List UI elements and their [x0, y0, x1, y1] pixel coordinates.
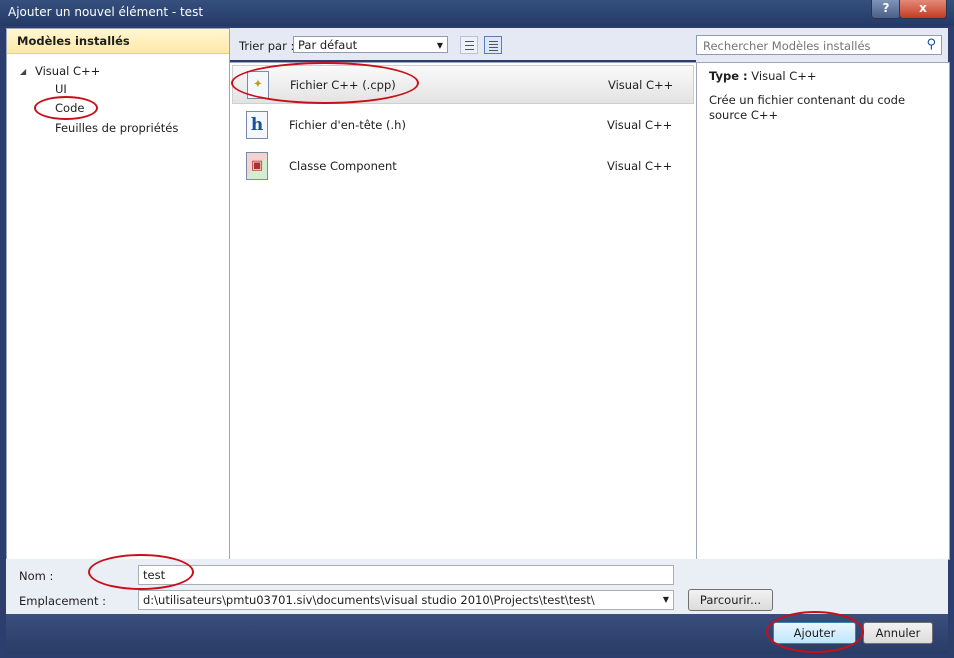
name-field[interactable]: test: [138, 565, 674, 585]
template-description-pane: Type : Visual C++ Crée un fichier conten…: [696, 62, 950, 560]
cpp-file-icon: ✦: [247, 71, 269, 99]
template-language: Visual C++: [608, 78, 674, 92]
component-class-icon: ▣: [246, 152, 268, 180]
installed-templates-header: Modèles installés: [7, 29, 229, 54]
template-language: Visual C++: [607, 159, 673, 173]
sort-value: Par défaut: [298, 38, 358, 52]
tree-item-property-sheets[interactable]: Feuilles de propriétés: [55, 121, 178, 135]
template-name: Fichier d'en-tête (.h): [289, 118, 406, 132]
help-button[interactable]: ?: [871, 0, 901, 19]
location-value: d:\utilisateurs\pmtu03701.siv\documents\…: [143, 593, 595, 607]
type-value: Visual C++: [751, 69, 817, 83]
sort-label: Trier par :: [239, 39, 295, 53]
small-icons-view-button[interactable]: [460, 36, 478, 54]
header-file-icon: h: [246, 111, 268, 139]
template-item-cpp-file[interactable]: ✦ Fichier C++ (.cpp) Visual C++: [232, 65, 694, 104]
sort-toolbar: Trier par : Par défaut ▼: [230, 28, 696, 60]
template-language: Visual C++: [607, 118, 673, 132]
location-label: Emplacement :: [19, 594, 107, 608]
type-label: Type :: [709, 69, 748, 83]
dialog-footer: Ajouter Annuler: [6, 614, 948, 654]
chevron-down-icon: ▼: [662, 591, 669, 609]
name-label: Nom :: [19, 569, 54, 583]
installed-templates-pane: Modèles installés ◢ Visual C++ UI Code F…: [6, 28, 230, 560]
tree-item-visual-cpp[interactable]: Visual C++: [35, 64, 100, 78]
close-button[interactable]: x: [899, 0, 947, 19]
window-title: Ajouter un nouvel élément - test: [8, 5, 204, 19]
template-name: Classe Component: [289, 159, 397, 173]
description-text: Crée un fichier contenant du code source…: [709, 93, 906, 122]
search-input[interactable]: [697, 36, 927, 56]
template-list: ✦ Fichier C++ (.cpp) Visual C++ h Fichie…: [230, 62, 697, 560]
template-item-component-class[interactable]: ▣ Classe Component Visual C++: [232, 147, 694, 186]
tree-item-ui[interactable]: UI: [55, 82, 67, 96]
template-item-header-file[interactable]: h Fichier d'en-tête (.h) Visual C++: [232, 106, 694, 145]
tree-item-code[interactable]: Code: [55, 101, 84, 115]
location-dropdown[interactable]: d:\utilisateurs\pmtu03701.siv\documents\…: [138, 590, 674, 610]
list-details-view-button[interactable]: [484, 36, 502, 54]
expand-arrow-icon[interactable]: ◢: [20, 67, 26, 76]
search-area: ⚲: [696, 28, 948, 62]
title-bar: Ajouter un nouvel élément - test ? x: [0, 0, 954, 26]
sort-dropdown[interactable]: Par défaut ▼: [293, 36, 448, 53]
search-box: ⚲: [696, 35, 942, 56]
description-type: Type : Visual C++: [709, 69, 817, 83]
item-form: Nom : test Emplacement : d:\utilisateurs…: [6, 559, 948, 614]
template-name: Fichier C++ (.cpp): [290, 78, 396, 92]
cancel-button[interactable]: Annuler: [863, 622, 933, 644]
search-icon[interactable]: ⚲: [926, 37, 936, 52]
add-button[interactable]: Ajouter: [773, 622, 856, 644]
browse-button[interactable]: Parcourir...: [688, 589, 773, 611]
chevron-down-icon: ▼: [436, 41, 443, 50]
